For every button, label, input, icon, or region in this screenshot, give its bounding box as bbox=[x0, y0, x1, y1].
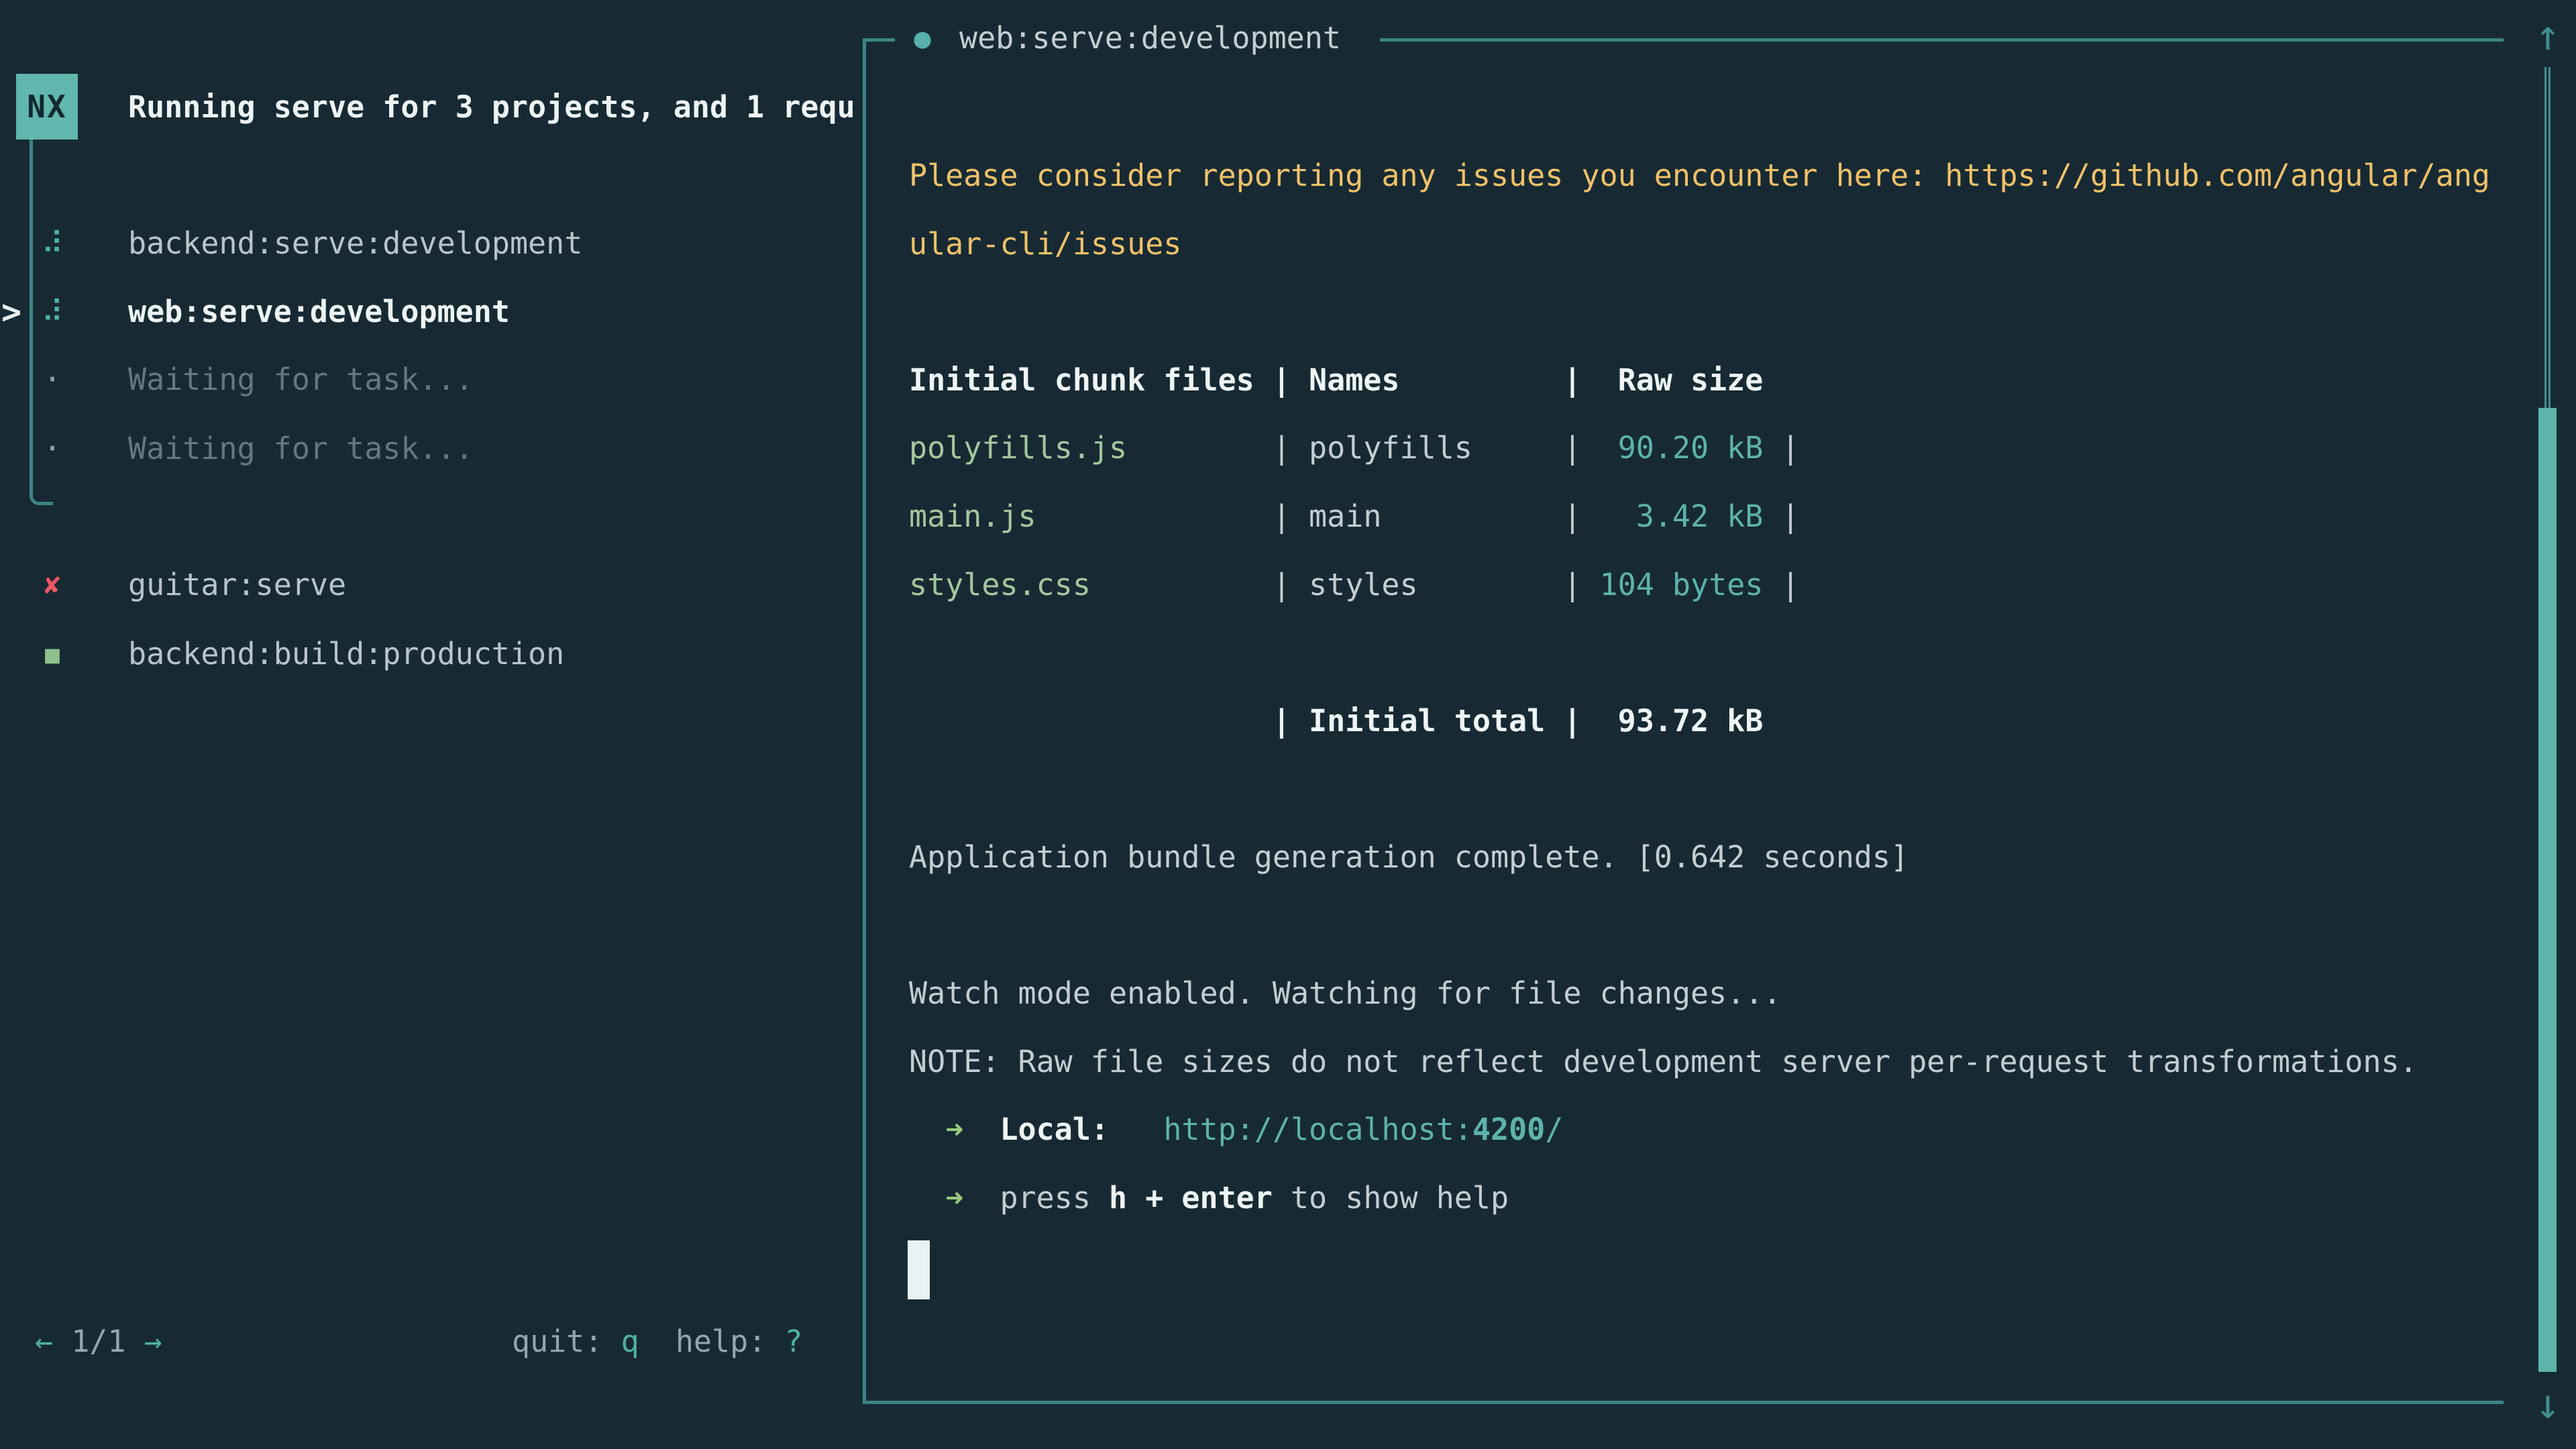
terminal-line bbox=[909, 278, 2490, 346]
terminal-text-segment bbox=[963, 1112, 1000, 1147]
terminal-line: Application bundle generation complete. … bbox=[909, 823, 2490, 892]
sidebar-item-waiting-2[interactable]: · Waiting for task... bbox=[0, 415, 863, 483]
terminal-text-segment: | polyfills | bbox=[1273, 430, 1582, 466]
sidebar-item-guitar-serve[interactable]: ✘ guitar:serve bbox=[0, 551, 863, 619]
terminal-text-segment: ➜ bbox=[945, 1112, 963, 1147]
terminal-text-segment: ➜ bbox=[945, 1180, 963, 1216]
task-label: web:serve:development bbox=[128, 278, 510, 346]
terminal-text-segment: | bbox=[1781, 567, 1799, 602]
panel-border-top-stub bbox=[863, 38, 895, 42]
sidebar-item-backend-serve[interactable]: ⠼ backend:serve:development bbox=[0, 209, 863, 278]
terminal-text-segment: | Initial total | 93.72 kB bbox=[909, 703, 1763, 739]
panel-border-bottom bbox=[863, 1401, 2504, 1404]
scrollbar-track[interactable] bbox=[2544, 67, 2551, 409]
task-label: backend:build:production bbox=[128, 620, 564, 688]
task-label: Waiting for task... bbox=[128, 415, 474, 483]
scroll-up-arrow-icon[interactable]: ↑ bbox=[2524, 5, 2572, 66]
local-url-link[interactable]: / bbox=[1545, 1112, 1563, 1147]
task-label: guitar:serve bbox=[128, 551, 346, 619]
terminal-text-segment: NOTE: Raw file sizes do not reflect deve… bbox=[909, 1044, 2418, 1079]
local-url-port[interactable]: 4200 bbox=[1472, 1112, 1545, 1147]
page-indicator: 1/1 bbox=[71, 1324, 125, 1359]
terminal-text-segment bbox=[1109, 1112, 1163, 1147]
quit-label: quit: bbox=[512, 1324, 602, 1359]
prev-page-arrow-icon[interactable]: ← bbox=[35, 1324, 53, 1359]
keyboard-shortcuts: quit: q help: ? bbox=[512, 1309, 803, 1374]
local-url-link[interactable]: http://localhost: bbox=[1163, 1112, 1472, 1147]
terminal-text-segment: Please consider reporting any issues you… bbox=[909, 158, 2490, 193]
task-label: Waiting for task... bbox=[128, 345, 474, 414]
scrollbar-thumb[interactable] bbox=[2538, 408, 2557, 1372]
spinner-icon: ⠼ bbox=[37, 209, 68, 278]
success-square-icon: ▪ bbox=[37, 620, 68, 688]
terminal-text-segment: Application bundle generation complete. … bbox=[909, 839, 1909, 875]
terminal-text-segment: polyfills.js bbox=[909, 430, 1273, 466]
terminal-text-segment: main.js bbox=[909, 498, 1273, 534]
terminal-text-segment bbox=[909, 1112, 945, 1147]
help-key: ? bbox=[784, 1324, 802, 1359]
running-status-dot-icon: ● bbox=[907, 8, 938, 68]
sidebar-item-web-serve[interactable]: ⠼ web:serve:development bbox=[0, 278, 863, 346]
terminal-line: ➜ Local: http://localhost:4200/ bbox=[909, 1095, 2490, 1164]
terminal-line: | Initial total | 93.72 kB bbox=[909, 687, 2490, 755]
terminal-output: Please consider reporting any issues you… bbox=[909, 142, 2490, 1232]
pending-dot-icon: · bbox=[37, 345, 68, 414]
terminal-line: Initial chunk files | Names | Raw size bbox=[909, 346, 2490, 415]
panel-border-left bbox=[863, 38, 866, 1404]
terminal-line bbox=[909, 619, 2490, 687]
terminal-text-segment: 90.20 kB bbox=[1581, 430, 1781, 466]
sidebar-item-waiting-1[interactable]: · Waiting for task... bbox=[0, 345, 863, 414]
terminal-text-segment: ular-cli/issues bbox=[909, 226, 1181, 262]
terminal-text-segment: | bbox=[1781, 430, 1799, 466]
terminal-line: Watch mode enabled. Watching for file ch… bbox=[909, 959, 2490, 1028]
terminal-text-segment: styles.css bbox=[909, 567, 1273, 602]
next-page-arrow-icon[interactable]: → bbox=[144, 1324, 162, 1359]
nx-logo-text: NX bbox=[27, 89, 66, 125]
terminal-line: ular-cli/issues bbox=[909, 210, 2490, 278]
terminal-text-segment: Local: bbox=[1000, 1112, 1109, 1147]
task-sidebar: NX Running serve for 3 projects, and 1 r… bbox=[0, 0, 863, 1449]
terminal-line: Please consider reporting any issues you… bbox=[909, 142, 2490, 210]
terminal-line: ➜ press h + enter to show help bbox=[909, 1164, 2490, 1232]
nx-logo: NX bbox=[16, 74, 78, 140]
task-label: backend:serve:development bbox=[128, 209, 582, 278]
terminal-text-segment: press bbox=[1000, 1180, 1109, 1216]
terminal-line: main.js | main | 3.42 kB | bbox=[909, 482, 2490, 551]
terminal-text-segment: h + enter bbox=[1109, 1180, 1273, 1216]
pending-dot-icon: · bbox=[37, 415, 68, 483]
terminal-text-segment: Initial chunk files | Names | Raw size bbox=[909, 362, 1763, 398]
panel-title: web:serve:development bbox=[959, 8, 1341, 68]
page-title: Running serve for 3 projects, and 1 requ bbox=[128, 75, 855, 139]
terminal-line bbox=[909, 892, 2490, 960]
terminal-text-segment: Watch mode enabled. Watching for file ch… bbox=[909, 975, 1781, 1011]
terminal-line: styles.css | styles | 104 bytes | bbox=[909, 551, 2490, 619]
terminal-text-segment bbox=[909, 1180, 945, 1216]
scroll-down-arrow-icon[interactable]: ↓ bbox=[2524, 1374, 2572, 1434]
terminal-line: polyfills.js | polyfills | 90.20 kB | bbox=[909, 414, 2490, 482]
terminal-text-segment: | main | bbox=[1273, 498, 1582, 534]
terminal-cursor bbox=[908, 1240, 930, 1299]
terminal-text-segment: 104 bytes bbox=[1581, 567, 1781, 602]
quit-key: q bbox=[621, 1324, 639, 1359]
selected-task-chevron-icon: > bbox=[1, 278, 21, 346]
sidebar-item-backend-build[interactable]: ▪ backend:build:production bbox=[0, 620, 863, 688]
spinner-icon: ⠼ bbox=[37, 278, 68, 346]
failed-cross-icon: ✘ bbox=[37, 551, 68, 619]
nx-terminal-ui: NX Running serve for 3 projects, and 1 r… bbox=[0, 0, 2576, 1449]
terminal-line: NOTE: Raw file sizes do not reflect deve… bbox=[909, 1028, 2490, 1096]
terminal-text-segment: 3.42 kB bbox=[1581, 498, 1781, 534]
terminal-line bbox=[909, 755, 2490, 823]
terminal-text-segment: to show help bbox=[1273, 1180, 1509, 1216]
terminal-text-segment: | bbox=[1781, 498, 1799, 534]
help-label: help: bbox=[676, 1324, 766, 1359]
terminal-text-segment bbox=[963, 1180, 1000, 1216]
panel-border-top bbox=[1380, 38, 2504, 42]
pagination: ← 1/1 → bbox=[35, 1309, 162, 1374]
terminal-text-segment: | styles | bbox=[1273, 567, 1582, 602]
